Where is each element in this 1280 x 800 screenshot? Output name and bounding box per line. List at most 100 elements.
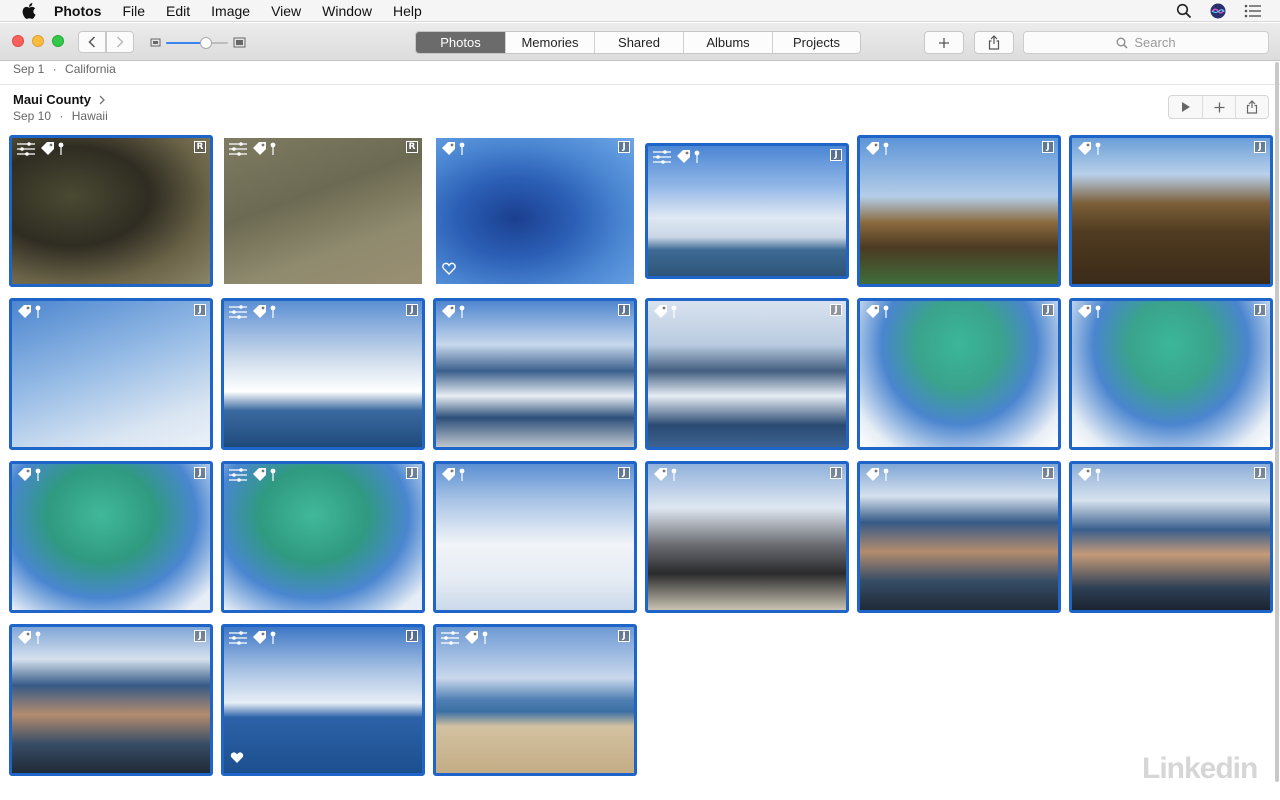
search-icon[interactable]	[1176, 3, 1192, 19]
adjustments-icon	[229, 631, 247, 645]
keyword-tag-icon	[866, 468, 879, 481]
photos-content: Sep 1 · California Maui County Sep 10 · …	[0, 62, 1280, 800]
add-button[interactable]	[924, 31, 964, 54]
previous-moment-location: California	[65, 62, 116, 76]
search-field[interactable]: Search	[1023, 31, 1269, 54]
photo-thumbnail[interactable]: J	[433, 461, 637, 613]
photo-thumbnail[interactable]: J	[857, 135, 1061, 287]
tab-memories[interactable]: Memories	[505, 32, 594, 53]
favorite-heart-icon[interactable]	[442, 262, 456, 275]
back-button[interactable]	[78, 31, 106, 53]
tab-albums[interactable]: Albums	[683, 32, 772, 53]
menu-window[interactable]: Window	[322, 3, 372, 19]
photo-thumbnail[interactable]: J	[645, 461, 849, 613]
photo-thumbnail[interactable]: J	[645, 143, 849, 279]
photo-info-icons	[440, 141, 468, 157]
photo-info-icons	[16, 304, 44, 320]
favorite-button[interactable]	[230, 751, 244, 769]
previous-moment-date: Sep 1	[13, 62, 45, 76]
file-type-badge: J	[618, 467, 630, 479]
photo-thumbnail[interactable]: J	[433, 135, 637, 287]
keyword-tag-icon	[18, 468, 31, 481]
keyword-tag-icon	[866, 305, 879, 318]
photo-thumbnail[interactable]: J	[1069, 135, 1273, 287]
menu-view[interactable]: View	[271, 3, 301, 19]
file-type-badge: J	[830, 304, 842, 316]
apple-icon[interactable]	[22, 2, 36, 19]
photo-image	[648, 464, 846, 610]
share-button[interactable]	[974, 31, 1014, 54]
favorite-heart-icon[interactable]	[230, 751, 244, 764]
photo-thumbnail[interactable]: J	[9, 298, 213, 450]
favorite-button[interactable]	[442, 262, 456, 280]
tab-projects[interactable]: Projects	[772, 32, 860, 53]
divider	[0, 84, 1280, 85]
photo-info-icons	[16, 141, 67, 157]
photo-info-icons	[652, 149, 703, 165]
tab-photos[interactable]: Photos	[416, 32, 505, 53]
location-pin-icon	[482, 631, 488, 644]
photo-image	[436, 301, 634, 447]
menu-file[interactable]: File	[122, 3, 145, 19]
chevron-right-icon	[99, 95, 105, 104]
photo-info-icons	[1076, 467, 1104, 483]
photo-thumbnail[interactable]: J	[221, 298, 425, 450]
keyword-tag-icon	[253, 468, 266, 481]
close-window-button[interactable]	[12, 35, 24, 47]
moment-share-button[interactable]	[1235, 96, 1268, 118]
tab-shared[interactable]: Shared	[594, 32, 683, 53]
forward-button[interactable]	[106, 31, 134, 53]
keyword-tag-icon	[677, 150, 690, 163]
file-type-badge: J	[618, 630, 630, 642]
photo-thumbnail[interactable]: J	[9, 461, 213, 613]
file-type-badge: J	[194, 304, 206, 316]
window-toolbar: Photos Memories Shared Albums Projects S…	[0, 23, 1280, 61]
menu-app-name[interactable]: Photos	[54, 3, 101, 19]
photo-thumbnail[interactable]: R	[9, 135, 213, 287]
photo-thumbnail[interactable]: R	[221, 135, 425, 287]
photo-info-icons	[228, 141, 279, 157]
photo-thumbnail[interactable]: J	[9, 624, 213, 776]
share-icon	[1246, 100, 1258, 114]
location-pin-icon	[1095, 142, 1101, 155]
location-pin-icon	[270, 142, 276, 155]
file-type-badge: J	[406, 467, 418, 479]
location-pin-icon	[459, 305, 465, 318]
menu-help[interactable]: Help	[393, 3, 422, 19]
scrollbar[interactable]	[1274, 62, 1280, 800]
photo-image	[224, 627, 422, 773]
play-slideshow-button[interactable]	[1169, 96, 1202, 118]
moment-add-button[interactable]	[1202, 96, 1235, 118]
notification-center-icon[interactable]	[1244, 4, 1262, 18]
keyword-tag-icon	[1078, 142, 1091, 155]
fullscreen-window-button[interactable]	[52, 35, 64, 47]
photo-thumbnail[interactable]: J	[433, 624, 637, 776]
photo-thumbnail[interactable]: J	[1069, 298, 1273, 450]
file-type-badge: J	[1042, 304, 1054, 316]
moment-title-text: Maui County	[13, 92, 91, 107]
file-type-badge: J	[1042, 141, 1054, 153]
keyword-tag-icon	[1078, 305, 1091, 318]
adjustments-icon	[441, 631, 459, 645]
adjustments-icon	[229, 142, 247, 156]
photo-thumbnail[interactable]: J	[645, 298, 849, 450]
photo-thumbnail[interactable]: J	[221, 624, 425, 776]
photo-thumbnail[interactable]: J	[857, 298, 1061, 450]
menu-image[interactable]: Image	[211, 3, 250, 19]
photo-info-icons	[1076, 304, 1104, 320]
photo-thumbnail[interactable]: J	[221, 461, 425, 613]
menu-edit[interactable]: Edit	[166, 3, 190, 19]
moment-title[interactable]: Maui County	[13, 92, 105, 107]
siri-icon[interactable]	[1210, 3, 1226, 19]
photo-thumbnail[interactable]: J	[857, 461, 1061, 613]
photo-thumbnail[interactable]: J	[1069, 461, 1273, 613]
adjustments-icon	[17, 142, 35, 156]
photo-thumbnail[interactable]: J	[433, 298, 637, 450]
keyword-tag-icon	[442, 468, 455, 481]
photo-image	[1072, 464, 1270, 610]
photo-info-icons	[1076, 141, 1104, 157]
zoom-slider[interactable]	[150, 35, 250, 51]
minimize-window-button[interactable]	[32, 35, 44, 47]
moment-date: Sep 10	[13, 109, 52, 123]
photo-image	[436, 627, 634, 773]
